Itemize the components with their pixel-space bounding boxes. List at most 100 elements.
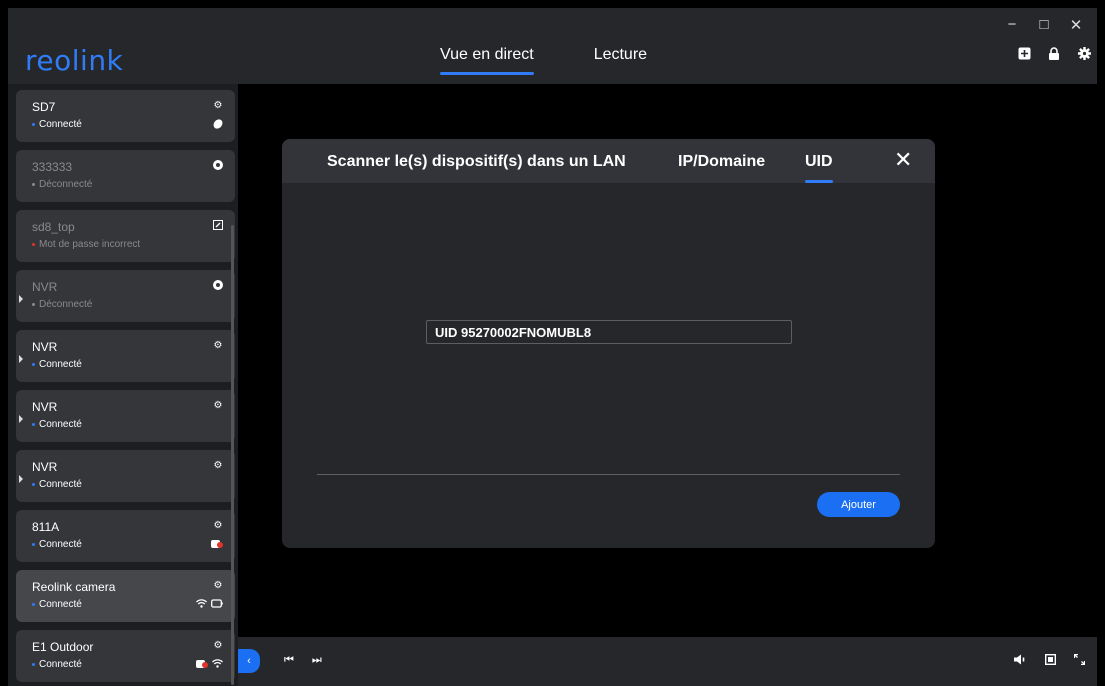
device-status: Connecté xyxy=(32,419,82,430)
fullscreen-icon[interactable] xyxy=(1073,653,1086,668)
device-name: sd8_top xyxy=(32,220,75,234)
status-dot xyxy=(32,303,35,306)
device-name: NVR xyxy=(32,340,58,354)
status-dot xyxy=(32,483,35,486)
device-item-nvr-2[interactable]: NVR Connecté ⚙ xyxy=(16,330,235,382)
status-dot xyxy=(32,243,35,246)
status-dot xyxy=(32,543,35,546)
device-item-sd7[interactable]: SD7 Connecté ⚙ xyxy=(16,90,235,142)
battery-red-icon xyxy=(211,539,223,549)
expand-caret-icon[interactable] xyxy=(19,295,23,303)
single-view-icon[interactable] xyxy=(1044,653,1057,668)
device-item-nvr-4[interactable]: NVR Connecté ⚙ xyxy=(16,450,235,502)
minimize-icon[interactable]: − xyxy=(1005,16,1019,34)
tab-lan-scan[interactable]: Scanner le(s) dispositif(s) dans un LAN xyxy=(327,153,626,171)
device-name: Reolink camera xyxy=(32,580,116,594)
gear-icon[interactable]: ⚙ xyxy=(213,640,223,651)
gear-icon[interactable]: ⚙ xyxy=(213,340,223,351)
device-status: Connecté xyxy=(32,539,82,550)
tab-uid[interactable]: UID xyxy=(805,153,833,183)
device-list-sidebar: SD7 Connecté ⚙ 333333 Déconnecté sd8_top… xyxy=(8,84,238,686)
tab-playback[interactable]: Lecture xyxy=(594,46,647,70)
expand-caret-icon[interactable] xyxy=(19,355,23,363)
main-nav: Vue en direct Lecture xyxy=(440,46,647,75)
add-device-dialog: Scanner le(s) dispositif(s) dans un LAN … xyxy=(282,139,935,548)
device-status: Déconnecté xyxy=(32,299,92,310)
status-dot xyxy=(32,183,35,186)
window-controls: − □ ✕ xyxy=(1005,16,1083,34)
previous-icon[interactable]: ⏮ xyxy=(284,654,294,667)
add-device-icon[interactable] xyxy=(1017,46,1031,60)
device-item-e1-outdoor[interactable]: E1 Outdoor Connecté ⚙ xyxy=(16,630,235,682)
refresh-icon[interactable] xyxy=(213,280,223,290)
playback-controls: ⏮ ⏭ xyxy=(284,654,322,667)
gear-icon[interactable] xyxy=(1077,46,1091,60)
device-name: 811A xyxy=(32,520,60,534)
status-text: Connecté xyxy=(39,119,82,130)
chevron-left-icon: ‹ xyxy=(247,655,251,667)
status-text: Connecté xyxy=(39,419,82,430)
device-status: Mot de passe incorrect xyxy=(32,239,140,250)
status-dot xyxy=(32,363,35,366)
device-status: Connecté xyxy=(32,599,82,610)
device-status: Connecté xyxy=(32,119,82,130)
dialog-tab-bar: Scanner le(s) dispositif(s) dans un LAN … xyxy=(282,139,935,183)
status-text: Connecté xyxy=(39,539,82,550)
close-icon[interactable]: ✕ xyxy=(1069,16,1083,34)
device-name: SD7 xyxy=(32,100,56,114)
close-dialog-icon[interactable]: ✕ xyxy=(894,149,912,171)
next-icon[interactable]: ⏭ xyxy=(312,654,322,667)
device-item-reolink-camera[interactable]: Reolink camera Connecté ⚙ xyxy=(16,570,235,622)
bottom-toolbar: ‹ ⏮ ⏭ xyxy=(238,637,1097,686)
dialog-divider xyxy=(317,474,900,475)
volume-icon[interactable] xyxy=(1014,654,1027,668)
status-text: Connecté xyxy=(39,659,82,670)
device-name: 333333 xyxy=(32,160,73,174)
record-wifi-icon xyxy=(196,659,223,669)
status-text: Déconnecté xyxy=(39,179,93,190)
gear-icon[interactable]: ⚙ xyxy=(213,580,223,591)
device-item-811a[interactable]: 811A Connecté ⚙ xyxy=(16,510,235,562)
status-text: Déconnecté xyxy=(39,299,93,310)
device-status: Connecté xyxy=(32,479,82,490)
expand-caret-icon[interactable] xyxy=(19,415,23,423)
status-text: Connecté xyxy=(39,359,82,370)
device-name: NVR xyxy=(32,460,58,474)
status-dot xyxy=(32,123,35,126)
uid-input[interactable]: UID 95270002FNOMUBL8 xyxy=(426,320,792,344)
gear-icon[interactable]: ⚙ xyxy=(213,400,223,411)
device-item-nvr-1[interactable]: NVR Déconnecté xyxy=(16,270,235,322)
gear-icon[interactable]: ⚙ xyxy=(213,460,223,471)
status-dot xyxy=(32,603,35,606)
sidebar-scrollbar[interactable] xyxy=(231,225,234,685)
device-status: Connecté xyxy=(32,659,82,670)
add-button[interactable]: Ajouter xyxy=(817,492,900,517)
gear-icon[interactable]: ⚙ xyxy=(213,100,223,111)
status-text: Connecté xyxy=(39,479,82,490)
device-name: NVR xyxy=(32,400,58,414)
expand-caret-icon[interactable] xyxy=(19,475,23,483)
wifi-battery-icon xyxy=(196,599,223,608)
collapse-sidebar-button[interactable]: ‹ xyxy=(238,649,260,673)
tab-live-view[interactable]: Vue en direct xyxy=(440,46,534,75)
edit-icon[interactable] xyxy=(213,220,223,230)
gear-icon[interactable]: ⚙ xyxy=(213,520,223,531)
header-actions xyxy=(1017,46,1091,60)
tab-ip-domain[interactable]: IP/Domaine xyxy=(678,153,765,171)
device-status: Connecté xyxy=(32,359,82,370)
device-item-333333[interactable]: 333333 Déconnecté xyxy=(16,150,235,202)
reolink-logo: reolink xyxy=(25,44,124,77)
device-status: Déconnecté xyxy=(32,179,92,190)
status-dot xyxy=(32,423,35,426)
status-text: Mot de passe incorrect xyxy=(39,239,141,250)
refresh-icon[interactable] xyxy=(213,160,223,170)
battery-icon xyxy=(213,119,223,129)
device-name: NVR xyxy=(32,280,58,294)
status-text: Connecté xyxy=(39,599,82,610)
maximize-icon[interactable]: □ xyxy=(1037,16,1051,34)
view-controls xyxy=(1014,653,1086,668)
device-name: E1 Outdoor xyxy=(32,640,94,654)
device-item-nvr-3[interactable]: NVR Connecté ⚙ xyxy=(16,390,235,442)
lock-icon[interactable] xyxy=(1047,46,1061,60)
device-item-sd8-top[interactable]: sd8_top Mot de passe incorrect xyxy=(16,210,235,262)
